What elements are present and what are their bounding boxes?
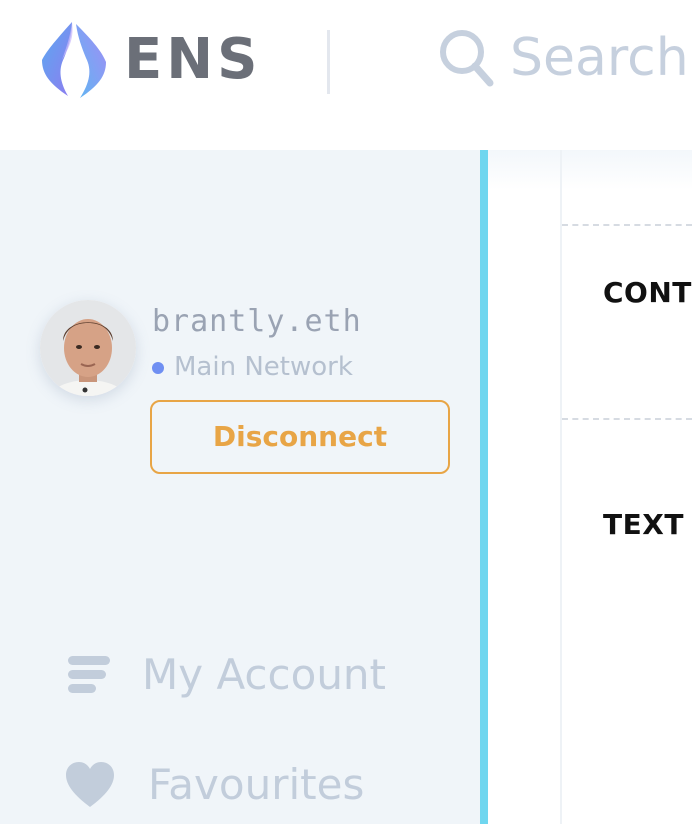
app-root: ENS Search brantly.eth Main Network Disc…	[0, 0, 692, 824]
section-title-content: CONTENT	[603, 276, 692, 309]
section-title-text-records: TEXT RECORDS	[603, 508, 692, 541]
search-bar[interactable]: Search	[438, 28, 689, 88]
top-header: ENS Search	[0, 0, 692, 150]
search-icon	[440, 30, 494, 87]
avatar	[40, 300, 136, 396]
section-divider	[562, 418, 692, 420]
sidebar-item-my-account[interactable]: My Account	[64, 650, 386, 699]
network-status-dot	[152, 362, 164, 374]
main-content	[488, 150, 692, 824]
my-account-icon	[68, 655, 110, 693]
disconnect-button[interactable]: Disconnect	[150, 400, 450, 474]
avatar-image	[40, 300, 136, 396]
section-divider	[562, 224, 692, 226]
logo-text: ENS	[124, 27, 262, 92]
sidebar-item-label: My Account	[142, 650, 387, 699]
search-placeholder: Search	[510, 28, 689, 88]
header-divider	[327, 30, 330, 94]
sidebar-accent-bar	[480, 150, 488, 824]
account-name: brantly.eth	[152, 304, 362, 339]
heart-icon	[66, 761, 114, 807]
sidebar	[0, 150, 480, 824]
ens-logo[interactable]: ENS	[38, 20, 261, 100]
network-label: Main Network	[174, 352, 353, 382]
main-top-shadow	[488, 150, 692, 190]
sidebar-item-label: Favourites	[148, 760, 365, 809]
ens-logo-icon	[42, 22, 106, 98]
sidebar-item-favourites[interactable]: Favourites	[64, 760, 364, 809]
content-left-border	[560, 150, 562, 824]
